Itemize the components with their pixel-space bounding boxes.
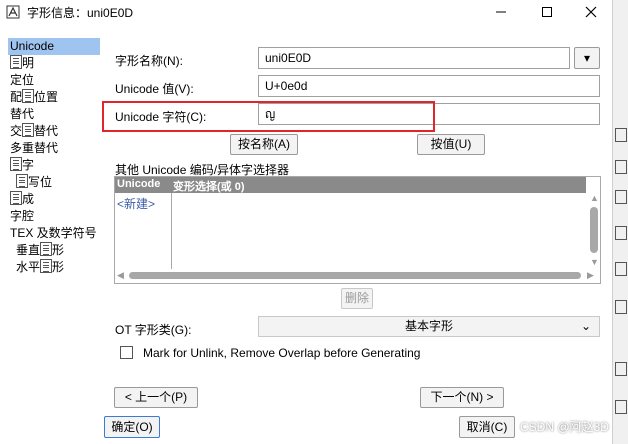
- window-title: 字形信息：uni0E0D: [27, 5, 134, 20]
- sidebar-item-horizontal-variants[interactable]: 水平形: [8, 259, 100, 276]
- background-glyph-cell: [615, 226, 627, 240]
- background-glyph-cell: [615, 190, 627, 204]
- alt-unicode-list[interactable]: Unicode 变形选择(或 0) <新建> ▲ ▼ ◀ ▶: [114, 176, 601, 284]
- horizontal-scroll-thumb[interactable]: [129, 272, 581, 279]
- sidebar-item-components[interactable]: 写位: [8, 174, 100, 191]
- minimize-icon: [496, 11, 506, 13]
- sidebar-item-counters[interactable]: 字腔: [8, 208, 100, 225]
- unlink-checkbox-label: Mark for Unlink, Remove Overlap before G…: [143, 346, 421, 360]
- chevron-down-icon: ⌄: [580, 319, 591, 333]
- chevron-down-icon: ▾: [583, 51, 591, 65]
- glyph-name-field[interactable]: uni0E0D: [258, 47, 570, 69]
- column-header-unicode: Unicode: [117, 178, 161, 190]
- background-glyph-cell: [615, 300, 627, 314]
- scroll-right-icon[interactable]: ▶: [587, 270, 594, 281]
- list-header: Unicode 变形选择(或 0): [115, 177, 586, 193]
- glyph-box-icon: [40, 242, 53, 256]
- prev-glyph-button[interactable]: < 上一个(P): [114, 387, 198, 408]
- glyph-box-icon: [10, 191, 22, 205]
- sidebar-item-alt-subs[interactable]: 交替代: [8, 123, 100, 140]
- cancel-button[interactable]: 取消(C): [459, 416, 515, 438]
- glyph-box-icon: [22, 89, 35, 103]
- horizontal-scrollbar[interactable]: ◀ ▶: [115, 269, 600, 283]
- background-window-strip: [612, 0, 628, 444]
- column-header-variation-selector: 变形选择(或 0): [173, 181, 245, 193]
- sidebar-item-pairwise-pos[interactable]: 配位置: [8, 89, 100, 106]
- sidebar-item-comment[interactable]: 明: [8, 55, 100, 72]
- ot-class-selected-value: 基本字形: [404, 319, 453, 333]
- scroll-left-icon[interactable]: ◀: [117, 270, 124, 281]
- maximize-button[interactable]: [524, 0, 570, 24]
- background-glyph-cell: [615, 262, 627, 276]
- sidebar-item-positioning[interactable]: 定位: [8, 72, 100, 89]
- fontforge-app-icon: [6, 5, 20, 19]
- set-from-value-button[interactable]: 按值(U): [417, 134, 485, 155]
- minimize-button[interactable]: [478, 0, 524, 24]
- sidebar-item-ligatures[interactable]: 字: [8, 157, 100, 174]
- sidebar-item-unicode[interactable]: Unicode: [8, 38, 100, 55]
- glyph-box-icon: [40, 259, 53, 273]
- maximize-icon: [542, 7, 552, 17]
- unicode-value-field[interactable]: U+0e0d: [258, 75, 600, 97]
- glyph-box-icon: [10, 157, 22, 171]
- watermark-text: CSDN @阿赵3D: [520, 420, 609, 434]
- delete-button[interactable]: 删除: [341, 288, 373, 309]
- unlink-checkbox[interactable]: [120, 346, 133, 359]
- sidebar-item-multiple-subs[interactable]: 多重替代: [8, 140, 100, 157]
- glyph-box-icon: [22, 123, 35, 137]
- close-button[interactable]: [568, 0, 614, 24]
- vertical-scroll-thumb[interactable]: [590, 207, 598, 253]
- column-divider: [171, 193, 172, 269]
- background-glyph-cell: [615, 160, 627, 174]
- sidebar-item-substitutions[interactable]: 替代: [8, 106, 100, 123]
- background-glyph-cell: [615, 400, 627, 414]
- background-glyph-cell: [615, 128, 627, 142]
- sidebar-item-vertical-variants[interactable]: 垂直形: [8, 242, 100, 259]
- background-glyph-cell: [615, 362, 627, 376]
- scroll-up-icon[interactable]: ▲: [590, 193, 599, 203]
- category-sidebar: Unicode 明 定位 配位置 替代 交替代 多重替代 字 写位 成 字腔 T…: [8, 38, 100, 276]
- ot-class-select[interactable]: 基本字形 ⌄: [258, 316, 600, 337]
- sidebar-item-lcarets[interactable]: 成: [8, 191, 100, 208]
- ot-class-label: OT 字形类(G):: [115, 323, 192, 337]
- vertical-scrollbar[interactable]: ▲ ▼: [588, 193, 600, 269]
- close-icon: [585, 6, 597, 18]
- ok-button[interactable]: 确定(O): [104, 416, 160, 438]
- new-row-item[interactable]: <新建>: [117, 195, 155, 212]
- scroll-down-icon[interactable]: ▼: [590, 257, 599, 267]
- sidebar-item-tex-math[interactable]: TEX 及数学符号: [8, 225, 100, 242]
- title-bar: 字形信息：uni0E0D: [0, 0, 612, 24]
- glyph-box-icon: [10, 55, 22, 69]
- set-from-name-button[interactable]: 按名称(A): [230, 134, 298, 155]
- unicode-value-label: Unicode 值(V):: [115, 82, 194, 96]
- next-glyph-button[interactable]: 下一个(N) >: [420, 387, 504, 408]
- glyph-box-icon: [16, 174, 28, 188]
- glyph-name-dropdown-button[interactable]: ▾: [574, 47, 600, 69]
- highlight-annotation-box: [102, 101, 435, 132]
- glyph-name-label: 字形名称(N):: [115, 54, 183, 68]
